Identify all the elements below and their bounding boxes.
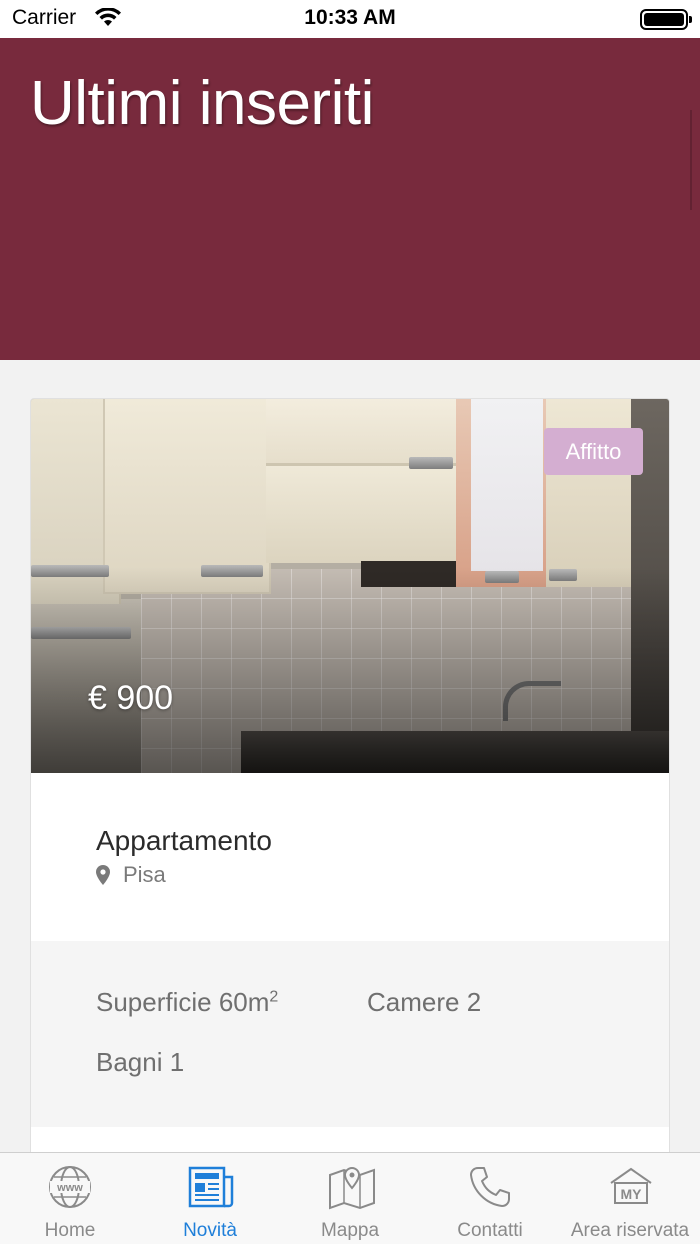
tab-mappa-label: Mappa	[320, 1220, 380, 1241]
tab-novita[interactable]: Novità	[140, 1153, 280, 1245]
svg-text:MY: MY	[621, 1186, 643, 1202]
map-icon	[329, 1166, 375, 1210]
listing-price: € 900	[88, 679, 174, 717]
tab-mappa[interactable]: Mappa	[280, 1153, 420, 1245]
tab-bar: www Home Novità Mappa Contatti MY Area r…	[0, 1152, 700, 1244]
status-time: 10:33 AM	[304, 6, 396, 29]
battery-icon	[640, 9, 692, 30]
newspaper-icon	[188, 1166, 234, 1208]
listing-specs: Superficie 60m2 Camere 2 Bagni 1	[31, 941, 669, 1127]
listing-info: Appartamento Pisa	[31, 773, 669, 941]
tab-home-label: Home	[44, 1220, 96, 1241]
my-area-icon: MY	[610, 1167, 652, 1204]
tab-contatti[interactable]: Contatti	[420, 1153, 560, 1245]
listing-photo[interactable]: Affitto € 900	[31, 399, 669, 773]
tab-contatti-label: Contatti	[457, 1220, 523, 1241]
spec-rooms: Camere 2	[367, 987, 482, 1017]
listing-content[interactable]: Affitto € 900 Appartamento Pisa Superfic…	[0, 360, 700, 1158]
scroll-indicator	[690, 110, 692, 210]
tab-novita-label: Novità	[183, 1220, 237, 1241]
svg-text:www: www	[56, 1182, 83, 1194]
listing-title: Appartamento	[96, 825, 272, 856]
location-label: Pisa	[123, 862, 166, 887]
listing-location: Pisa	[96, 862, 166, 888]
tab-home[interactable]: www Home	[0, 1153, 140, 1245]
tab-area-riservata-label: Area riservata	[570, 1220, 690, 1241]
tab-area-riservata[interactable]: MY Area riservata	[560, 1153, 700, 1245]
phone-icon	[470, 1167, 510, 1207]
listing-type-badge: Affitto	[544, 428, 643, 475]
map-pin-icon	[96, 865, 110, 885]
header: Ultimi inseriti	[0, 38, 700, 360]
status-bar: Carrier 10:33 AM	[0, 0, 700, 38]
spec-baths: Bagni 1	[96, 1047, 185, 1077]
page-title: Ultimi inseriti	[30, 69, 374, 138]
spec-surface: Superficie 60m2	[96, 987, 279, 1017]
globe-www-icon: www	[49, 1166, 91, 1208]
listing-card[interactable]: Affitto € 900 Appartamento Pisa Superfic…	[30, 398, 670, 1158]
